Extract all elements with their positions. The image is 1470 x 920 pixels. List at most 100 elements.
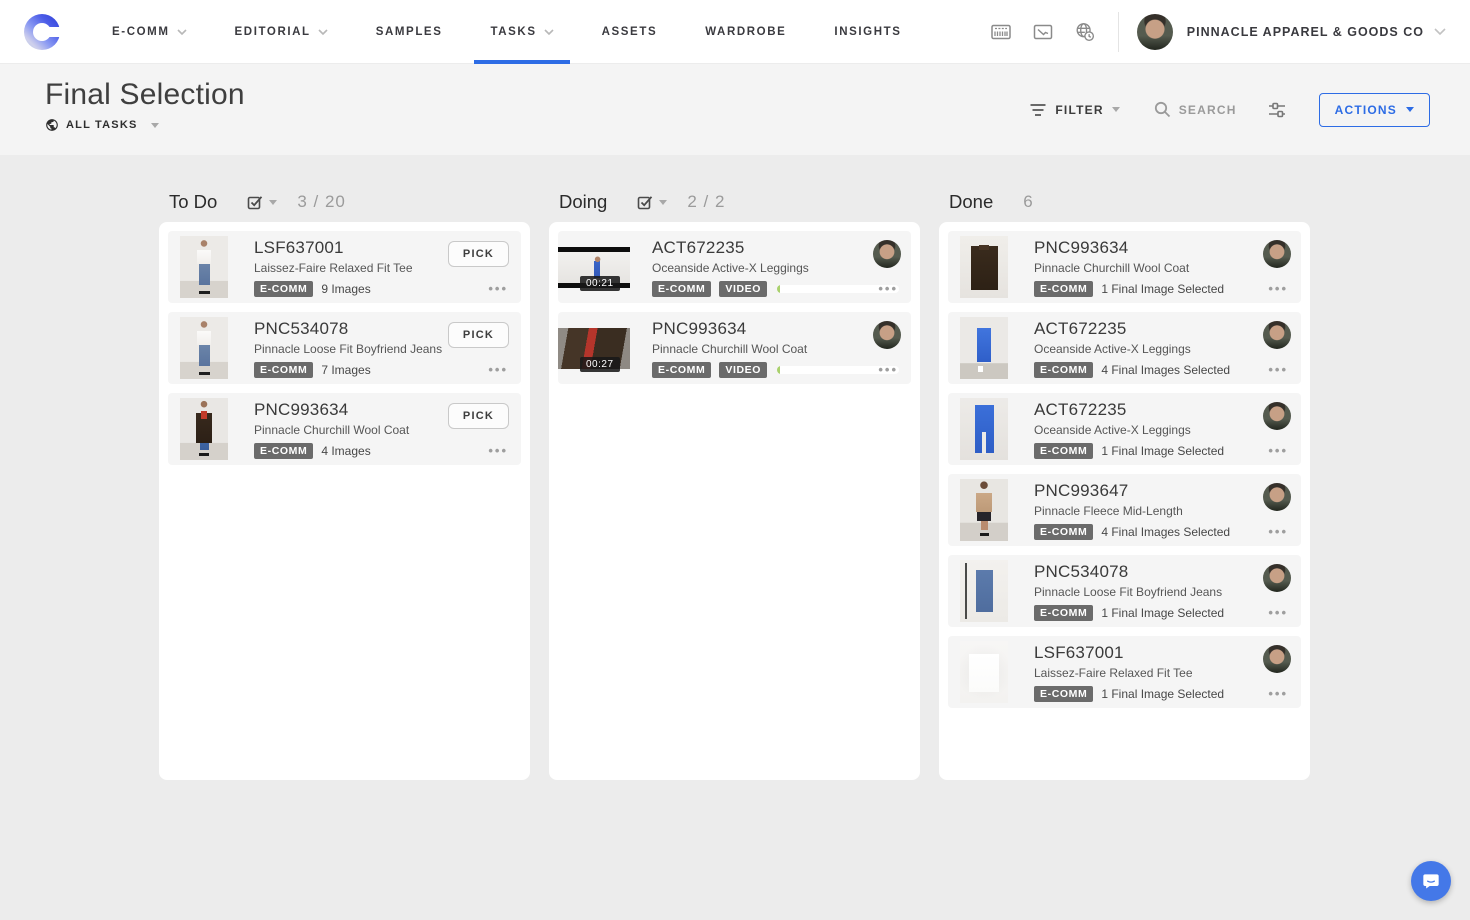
channel-badge: E-COMM	[1034, 524, 1093, 540]
product-thumbnail	[180, 317, 228, 379]
column-header: Done 6	[939, 182, 1310, 222]
nav-item-samples[interactable]: SAMPLES	[374, 0, 445, 64]
column-doing: Doing 2 / 2 00:21 ACT672235 Oceanside Ac…	[549, 182, 920, 780]
primary-nav: E-COMM EDITORIAL SAMPLES TASKS ASSETS WA…	[110, 0, 948, 64]
more-options-icon[interactable]	[1268, 605, 1288, 620]
column-panel: PNC993634 Pinnacle Churchill Wool Coat E…	[939, 222, 1310, 780]
more-options-icon[interactable]	[488, 281, 508, 296]
nav-item-insights[interactable]: INSIGHTS	[832, 0, 903, 64]
more-options-icon[interactable]	[1268, 443, 1288, 458]
actions-button[interactable]: ACTIONS	[1319, 93, 1430, 127]
channel-badge: E-COMM	[254, 281, 313, 297]
tune-filters-icon[interactable]	[1267, 101, 1287, 119]
product-name: Pinnacle Loose Fit Boyfriend Jeans	[1034, 585, 1224, 599]
user-avatar[interactable]	[1137, 14, 1173, 50]
more-options-icon[interactable]	[878, 362, 898, 377]
globe-icon	[45, 118, 59, 132]
more-options-icon[interactable]	[1268, 524, 1288, 539]
filter-label: FILTER	[1055, 103, 1103, 117]
column-count: 6	[1023, 192, 1033, 212]
task-card[interactable]: ACT672235 Oceanside Active-X Leggings E-…	[948, 312, 1301, 384]
nav-item-editorial[interactable]: EDITORIAL	[233, 0, 330, 64]
header-controls: FILTER SEARCH ACTIONS	[1029, 93, 1430, 127]
task-card[interactable]: PNC993634 Pinnacle Churchill Wool Coat E…	[948, 231, 1301, 303]
dropdown-triangle-icon	[269, 200, 277, 205]
product-thumbnail	[960, 317, 1008, 379]
pick-button[interactable]: PICK	[448, 322, 509, 348]
selection-status: 1 Final Image Selected	[1101, 606, 1224, 620]
more-options-icon[interactable]	[488, 443, 508, 458]
task-card[interactable]: LSF637001 Laissez-Faire Relaxed Fit Tee …	[948, 636, 1301, 708]
product-thumbnail	[960, 560, 1008, 622]
video-thumbnail: 00:27	[558, 328, 630, 369]
actions-label: ACTIONS	[1335, 103, 1397, 117]
dropdown-triangle-icon	[151, 123, 159, 128]
column-todo: To Do 3 / 20 LSF637001 Laissez-Faire Rel…	[159, 182, 530, 780]
task-card[interactable]: 00:21 ACT672235 Oceanside Active-X Leggi…	[558, 231, 911, 303]
task-card[interactable]: LSF637001 Laissez-Faire Relaxed Fit Tee …	[168, 231, 521, 303]
video-duration: 00:21	[580, 276, 620, 291]
more-options-icon[interactable]	[1268, 686, 1288, 701]
selection-status: 1 Final Image Selected	[1101, 687, 1224, 701]
select-all-control[interactable]	[247, 194, 277, 210]
search-button[interactable]: SEARCH	[1154, 101, 1237, 118]
column-count: 3 / 20	[297, 192, 346, 212]
video-badge: VIDEO	[719, 362, 767, 378]
video-duration: 00:27	[580, 357, 620, 372]
video-badge: VIDEO	[719, 281, 767, 297]
page-header: Final Selection ALL TASKS FILTER SEARCH	[0, 64, 1470, 155]
rate-chart-icon[interactable]	[1032, 21, 1054, 43]
channel-badge: E-COMM	[1034, 281, 1093, 297]
product-id: PNC993647	[1034, 481, 1230, 501]
product-name: Pinnacle Loose Fit Boyfriend Jeans	[254, 342, 442, 356]
globe-clock-icon[interactable]	[1074, 21, 1096, 43]
nav-label: TASKS	[490, 26, 536, 38]
select-all-control[interactable]	[637, 194, 667, 210]
divider	[1118, 12, 1119, 52]
progress-fill	[777, 285, 780, 293]
more-options-icon[interactable]	[1268, 281, 1288, 296]
chat-widget-button[interactable]	[1411, 861, 1451, 901]
assignee-avatar	[1263, 564, 1291, 592]
scope-selector[interactable]: ALL TASKS	[45, 118, 159, 132]
product-thumbnail	[960, 479, 1008, 541]
pick-button[interactable]: PICK	[448, 403, 509, 429]
chat-bubble-icon	[1421, 871, 1441, 891]
task-card[interactable]: PNC993634 Pinnacle Churchill Wool Coat E…	[168, 393, 521, 465]
brand-logo[interactable]	[24, 14, 60, 50]
column-count: 2 / 2	[687, 192, 725, 212]
product-id: ACT672235	[1034, 319, 1230, 339]
barcode-icon[interactable]	[990, 21, 1012, 43]
channel-badge: E-COMM	[1034, 362, 1093, 378]
image-count: 4 Images	[321, 444, 370, 458]
product-name: Laissez-Faire Relaxed Fit Tee	[1034, 666, 1224, 680]
task-card[interactable]: 00:27 PNC993634 Pinnacle Churchill Wool …	[558, 312, 911, 384]
pick-button[interactable]: PICK	[448, 241, 509, 267]
dropdown-triangle-icon	[659, 200, 667, 205]
filter-button[interactable]: FILTER	[1029, 103, 1119, 117]
task-card[interactable]: ACT672235 Oceanside Active-X Leggings E-…	[948, 393, 1301, 465]
search-icon	[1154, 101, 1171, 118]
product-id: ACT672235	[652, 238, 899, 258]
more-options-icon[interactable]	[878, 281, 898, 296]
nav-item-assets[interactable]: ASSETS	[600, 0, 660, 64]
product-name: Oceanside Active-X Leggings	[1034, 342, 1230, 356]
task-card[interactable]: PNC534078 Pinnacle Loose Fit Boyfriend J…	[168, 312, 521, 384]
task-card[interactable]: PNC534078 Pinnacle Loose Fit Boyfriend J…	[948, 555, 1301, 627]
chevron-down-icon	[544, 29, 554, 36]
product-id: PNC993634	[254, 400, 409, 420]
company-name: PINNACLE APPAREL & GOODS CO	[1187, 25, 1424, 39]
product-name: Laissez-Faire Relaxed Fit Tee	[254, 261, 413, 275]
company-selector[interactable]: PINNACLE APPAREL & GOODS CO	[1187, 25, 1446, 39]
nav-item-ecomm[interactable]: E-COMM	[110, 0, 189, 64]
product-thumbnail	[960, 398, 1008, 460]
nav-label: INSIGHTS	[834, 26, 901, 38]
task-card[interactable]: PNC993647 Pinnacle Fleece Mid-Length E-C…	[948, 474, 1301, 546]
more-options-icon[interactable]	[488, 362, 508, 377]
product-id: PNC993634	[1034, 238, 1224, 258]
more-options-icon[interactable]	[1268, 362, 1288, 377]
nav-item-wardrobe[interactable]: WARDROBE	[703, 0, 788, 64]
nav-item-tasks[interactable]: TASKS	[488, 0, 555, 64]
assignee-avatar	[1263, 483, 1291, 511]
product-id: PNC534078	[1034, 562, 1224, 582]
